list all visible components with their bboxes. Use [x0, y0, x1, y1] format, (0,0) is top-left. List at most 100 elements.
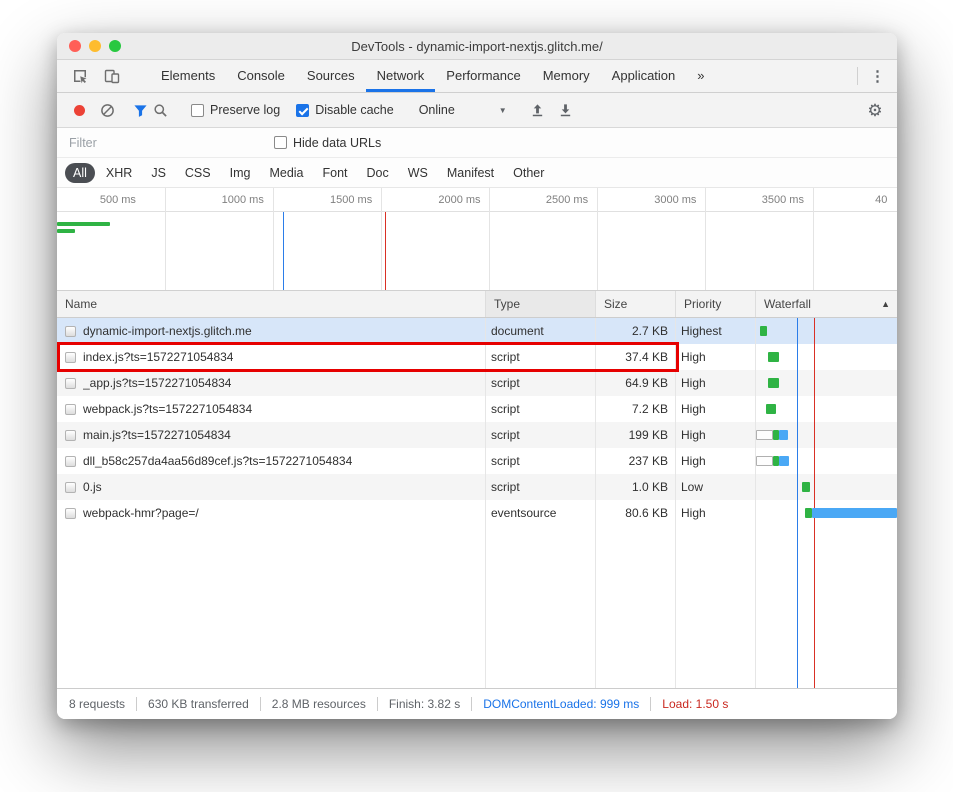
- timeline-gridline: [381, 188, 382, 290]
- column-header-type[interactable]: Type: [485, 291, 595, 317]
- preserve-log-checkbox[interactable]: Preserve log: [191, 103, 280, 117]
- file-icon: [65, 404, 76, 415]
- disable-cache-checkbox[interactable]: Disable cache: [296, 103, 394, 117]
- request-waterfall-cell: [755, 318, 897, 344]
- hide-data-urls-checkbox[interactable]: Hide data URLs: [274, 136, 381, 150]
- tab-elements[interactable]: Elements: [150, 60, 226, 92]
- filter-icon[interactable]: [130, 100, 150, 120]
- table-row[interactable]: dynamic-import-nextjs.glitch.me document…: [57, 318, 897, 344]
- filter-pill-ws[interactable]: WS: [400, 163, 436, 183]
- timeline-overview[interactable]: 500 ms1000 ms1500 ms2000 ms2500 ms3000 m…: [57, 188, 897, 290]
- clear-icon[interactable]: [97, 100, 117, 120]
- request-type-cell: document: [485, 318, 595, 344]
- filter-pill-media[interactable]: Media: [261, 163, 311, 183]
- tab-more-tabs[interactable]: »: [686, 60, 715, 92]
- request-size-cell: 199 KB: [595, 422, 675, 448]
- inspect-element-icon[interactable]: [70, 66, 90, 86]
- file-icon: [65, 456, 76, 467]
- request-waterfall-cell: [755, 448, 897, 474]
- tab-console[interactable]: Console: [226, 60, 296, 92]
- column-separator: [675, 318, 676, 688]
- column-header-waterfall[interactable]: Waterfall ▲: [755, 291, 897, 317]
- request-size-cell: 64.9 KB: [595, 370, 675, 396]
- tab-network[interactable]: Network: [366, 60, 436, 92]
- request-type-cell: script: [485, 370, 595, 396]
- load-line: [814, 318, 815, 688]
- device-toolbar-icon[interactable]: [102, 66, 122, 86]
- table-body: dynamic-import-nextjs.glitch.me document…: [57, 318, 897, 688]
- devtools-window: DevTools - dynamic-import-nextjs.glitch.…: [57, 33, 897, 719]
- search-icon[interactable]: [150, 100, 170, 120]
- file-icon: [65, 430, 76, 441]
- filter-pill-js[interactable]: JS: [143, 163, 174, 183]
- table-row[interactable]: main.js?ts=1572271054834 script 199 KB H…: [57, 422, 897, 448]
- waterfall-bar-blue: [779, 430, 788, 440]
- request-priority-cell: High: [675, 422, 755, 448]
- request-type-cell: eventsource: [485, 500, 595, 526]
- request-name-cell: webpack.js?ts=1572271054834: [57, 396, 485, 422]
- tab-application[interactable]: Application: [601, 60, 687, 92]
- more-options-icon[interactable]: ⋮: [864, 67, 897, 85]
- table-row[interactable]: webpack.js?ts=1572271054834 script 7.2 K…: [57, 396, 897, 422]
- table-row[interactable]: webpack-hmr?page=/ eventsource 80.6 KB H…: [57, 500, 897, 526]
- filter-pill-font[interactable]: Font: [315, 163, 356, 183]
- request-waterfall-cell: [755, 474, 897, 500]
- waterfall-bar-green: [766, 404, 776, 414]
- zoom-window-icon[interactable]: [109, 40, 121, 52]
- column-header-name[interactable]: Name: [57, 291, 485, 317]
- minimize-window-icon[interactable]: [89, 40, 101, 52]
- timeline-ruler: 500 ms1000 ms1500 ms2000 ms2500 ms3000 m…: [57, 188, 897, 212]
- status-item: 8 requests: [69, 697, 137, 711]
- request-size-cell: 1.0 KB: [595, 474, 675, 500]
- timeline-tick-label: 1000 ms: [222, 188, 264, 212]
- table-row[interactable]: _app.js?ts=1572271054834 script 64.9 KB …: [57, 370, 897, 396]
- waterfall-bar-green: [768, 352, 779, 362]
- request-name-cell: webpack-hmr?page=/: [57, 500, 485, 526]
- table-row[interactable]: 0.js script 1.0 KB Low: [57, 474, 897, 500]
- waterfall-bar-stalled: [756, 456, 773, 466]
- filter-pill-img[interactable]: Img: [222, 163, 259, 183]
- record-button[interactable]: [69, 100, 89, 120]
- export-har-icon[interactable]: [556, 100, 576, 120]
- tab-strip: ElementsConsoleSourcesNetworkPerformance…: [150, 60, 716, 92]
- timeline-tick-label: 1500 ms: [330, 188, 372, 212]
- waterfall-bar-green: [805, 508, 812, 518]
- throttling-dropdown[interactable]: Online ▼: [419, 103, 507, 117]
- request-name-cell: main.js?ts=1572271054834: [57, 422, 485, 448]
- request-type-cell: script: [485, 422, 595, 448]
- request-waterfall-cell: [755, 370, 897, 396]
- status-item: Load: 1.50 s: [651, 697, 739, 711]
- file-icon: [65, 352, 76, 363]
- timeline-gridline: [165, 188, 166, 290]
- timeline-gridline: [705, 188, 706, 290]
- request-waterfall-cell: [755, 396, 897, 422]
- tab-performance[interactable]: Performance: [435, 60, 531, 92]
- table-header: Name Type Size Priority Waterfall ▲: [57, 290, 897, 318]
- request-waterfall-cell: [755, 422, 897, 448]
- column-header-priority[interactable]: Priority: [675, 291, 755, 317]
- import-har-icon[interactable]: [528, 100, 548, 120]
- filter-input[interactable]: [69, 136, 274, 150]
- filter-pill-xhr[interactable]: XHR: [98, 163, 140, 183]
- window-titlebar[interactable]: DevTools - dynamic-import-nextjs.glitch.…: [57, 33, 897, 60]
- filter-pill-manifest[interactable]: Manifest: [439, 163, 502, 183]
- column-header-size[interactable]: Size: [595, 291, 675, 317]
- filter-pill-doc[interactable]: Doc: [359, 163, 397, 183]
- table-row[interactable]: dll_b58c257da4aa56d89cef.js?ts=157227105…: [57, 448, 897, 474]
- tab-sources[interactable]: Sources: [296, 60, 366, 92]
- filter-pill-other[interactable]: Other: [505, 163, 552, 183]
- request-waterfall-cell: [755, 500, 897, 526]
- load-line: [385, 212, 386, 290]
- close-window-icon[interactable]: [69, 40, 81, 52]
- filter-pill-all[interactable]: All: [65, 163, 95, 183]
- status-bar: 8 requests630 KB transferred2.8 MB resou…: [57, 688, 897, 719]
- filter-pill-css[interactable]: CSS: [177, 163, 219, 183]
- status-item: Finish: 3.82 s: [378, 697, 472, 711]
- request-name-cell: 0.js: [57, 474, 485, 500]
- settings-gear-icon[interactable]: ⚙: [865, 100, 885, 120]
- dcl-line: [797, 318, 798, 688]
- tab-memory[interactable]: Memory: [532, 60, 601, 92]
- table-row[interactable]: index.js?ts=1572271054834 script 37.4 KB…: [57, 344, 897, 370]
- network-toolbar: Preserve log Disable cache Online ▼ ⚙: [57, 93, 897, 128]
- chevron-down-icon: ▼: [499, 106, 507, 115]
